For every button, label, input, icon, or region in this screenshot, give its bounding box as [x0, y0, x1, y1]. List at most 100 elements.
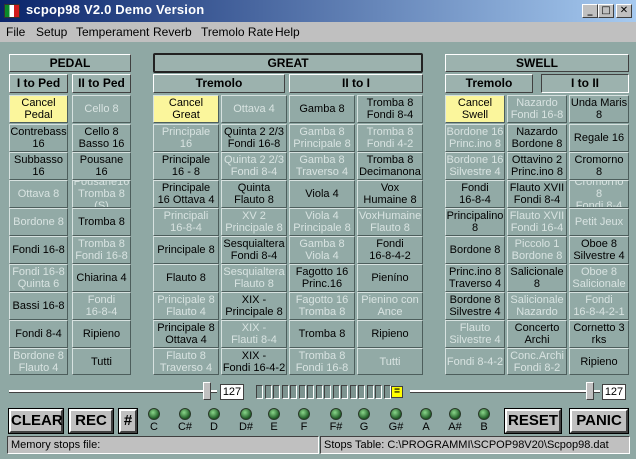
pedal-stop[interactable]: Fondi 16-8-4	[72, 292, 131, 320]
great-stop[interactable]: Quinta 2 2/3 Fondi 16-8	[221, 124, 287, 152]
great-stop[interactable]: Fagotto 16 Tromba 8	[289, 292, 355, 320]
swell-stop[interactable]: Flauto XVII Fondi 8-4	[507, 180, 567, 208]
great-stop[interactable]: XIX - Fondi 16-4-2	[221, 348, 287, 375]
great-stop[interactable]: Pienino con Ance	[357, 292, 423, 320]
pedal-stop[interactable]: Fondi 16-8 Quinta 6	[9, 264, 68, 292]
pedal-stop[interactable]: Cancel Pedal	[9, 95, 68, 123]
equal-indicator[interactable]: =	[391, 386, 403, 398]
close-button[interactable]: ✕	[616, 4, 632, 18]
swell-stop[interactable]: Salicionale Nazardo	[507, 292, 567, 320]
ii-to-i-coupler[interactable]: II to I	[289, 74, 423, 93]
great-stop[interactable]: Sesquialtera Fondi 8-4	[221, 236, 287, 264]
swell-stop[interactable]: Princ.ino 8 Traverso 4	[445, 264, 505, 292]
great-stop[interactable]: Gamba 8 Viola 4	[289, 236, 355, 264]
great-stop[interactable]: Principale 16	[153, 124, 219, 152]
great-stop[interactable]: Quinta 2 2/3 Fondi 8-4	[221, 152, 287, 180]
maximize-button[interactable]: □	[598, 4, 614, 18]
right-slider-track[interactable]	[410, 390, 600, 393]
great-stop[interactable]: Gamba 8 Principale 8	[289, 124, 355, 152]
swell-stop[interactable]: Concerto Archi	[507, 320, 567, 348]
great-stop[interactable]: Gamba 8 Traverso 4	[289, 152, 355, 180]
pedal-stop[interactable]: Cello 8 Basso 16	[72, 124, 131, 152]
swell-stop[interactable]: Flauto XVII Fondi 16-4	[507, 208, 567, 236]
great-tremolo-toggle[interactable]: Tremolo	[153, 74, 285, 93]
pedal-stop[interactable]: Cello 8	[72, 95, 131, 123]
right-slider-thumb[interactable]	[586, 382, 594, 400]
menu-file[interactable]: File	[6, 25, 25, 39]
hash-button[interactable]: #	[118, 408, 138, 434]
left-slider-thumb[interactable]	[203, 382, 211, 400]
left-slider-track[interactable]	[9, 390, 217, 393]
great-stop[interactable]: Cancel Great	[153, 95, 219, 123]
swell-stop[interactable]: Bordone 8 Silvestre 4	[445, 292, 505, 320]
reset-button[interactable]: RESET	[504, 408, 562, 434]
great-stop[interactable]: Gamba 8	[289, 95, 355, 123]
swell-stop[interactable]: Cancel Swell	[445, 95, 505, 123]
pedal-stop[interactable]: Subbasso 16	[9, 152, 68, 180]
great-stop[interactable]: XV 2 Principale 8	[221, 208, 287, 236]
swell-stop[interactable]: Salicionale 8	[507, 264, 567, 292]
great-stop[interactable]: Tutti	[357, 348, 423, 375]
great-stop[interactable]: XIX - Flauti 8-4	[221, 320, 287, 348]
minimize-button[interactable]: _	[582, 4, 598, 18]
great-stop[interactable]: Principali 16-8-4	[153, 208, 219, 236]
great-stop[interactable]: Principale 16 Ottava 4	[153, 180, 219, 208]
swell-stop[interactable]: Cromorno 8 Fondi 8-4	[569, 180, 629, 208]
pedal-stop[interactable]: Contrebass 16	[9, 124, 68, 152]
pedal-stop[interactable]: Bordone 8 Flauto 4	[9, 348, 68, 375]
swell-stop[interactable]: Oboe 8 Salicionale	[569, 264, 629, 292]
swell-stop[interactable]: Fondi 16-8-4	[445, 180, 505, 208]
great-stop[interactable]: Tromba 8 Fondi 8-4	[357, 95, 423, 123]
swell-stop[interactable]: Ottavino 2 Princ.ino 8	[507, 152, 567, 180]
menu-help[interactable]: Help	[275, 25, 300, 39]
swell-stop[interactable]: Bordone 8	[445, 236, 505, 264]
swell-stop[interactable]: Nazardo Fondi 16-8	[507, 95, 567, 123]
pedal-stop[interactable]: Pousane 16	[72, 152, 131, 180]
pedal-stop[interactable]: Chiarina 4	[72, 264, 131, 292]
great-stop[interactable]: Tromba 8 Fondi 16-8	[289, 348, 355, 375]
swell-stop[interactable]: Flauto Silvestre 4	[445, 320, 505, 348]
great-stop[interactable]: Ottava 4	[221, 95, 287, 123]
swell-tremolo-toggle[interactable]: Tremolo	[445, 74, 533, 93]
swell-stop[interactable]: Principalino 8	[445, 208, 505, 236]
menu-reverb[interactable]: Reverb	[153, 25, 192, 39]
menu-tremolo-rate[interactable]: Tremolo Rate	[201, 25, 273, 39]
great-stop[interactable]: Fagotto 16 Princ.16	[289, 264, 355, 292]
panic-button[interactable]: PANIC	[569, 408, 629, 434]
pedal-stop[interactable]: Ripieno	[72, 320, 131, 348]
swell-stop[interactable]: Ripieno	[569, 348, 629, 375]
swell-stop[interactable]: Fondi 16-8-4-2-1	[569, 292, 629, 320]
swell-stop[interactable]: Bordone 16 Princ.ino 8	[445, 124, 505, 152]
i-to-ped-coupler[interactable]: I to Ped	[9, 74, 68, 93]
great-stop[interactable]: Pieníno	[357, 264, 423, 292]
great-stop[interactable]: Quinta Flauto 8	[221, 180, 287, 208]
swell-stop[interactable]: Cornetto 3 rks	[569, 320, 629, 348]
great-stop[interactable]: Flauto 8 Traverso 4	[153, 348, 219, 375]
rec-button[interactable]: REC	[68, 408, 114, 434]
pedal-stop[interactable]: Tromba 8	[72, 208, 131, 236]
swell-stop[interactable]: Piccolo 1 Bordone 8	[507, 236, 567, 264]
pedal-stop[interactable]: Fondi 16-8	[9, 236, 68, 264]
great-stop[interactable]: Ripieno	[357, 320, 423, 348]
great-stop[interactable]: Tromba 8 Fondi 4-2	[357, 124, 423, 152]
pedal-stop[interactable]: Fondi 8-4	[9, 320, 68, 348]
swell-stop[interactable]: Conc.Archi Fondi 8-2	[507, 348, 567, 375]
menu-setup[interactable]: Setup	[36, 25, 67, 39]
swell-stop[interactable]: Bordone 16 Silvestre 4	[445, 152, 505, 180]
great-stop[interactable]: Principale 8	[153, 236, 219, 264]
great-stop[interactable]: Principale 16 - 8	[153, 152, 219, 180]
great-stop[interactable]: XIX - Principale 8	[221, 292, 287, 320]
great-stop[interactable]: Sesquialtera Flauto 8	[221, 264, 287, 292]
pedal-stop[interactable]: Bordone 8	[9, 208, 68, 236]
swell-stop[interactable]: Petit Jeux	[569, 208, 629, 236]
great-stop[interactable]: Vox Humaine 8	[357, 180, 423, 208]
pedal-stop[interactable]: Tutti	[72, 348, 131, 375]
swell-stop[interactable]: Nazardo Bordone 8	[507, 124, 567, 152]
great-stop[interactable]: Flauto 8	[153, 264, 219, 292]
great-stop[interactable]: Viola 4	[289, 180, 355, 208]
great-stop[interactable]: Tromba 8 Decimanona	[357, 152, 423, 180]
swell-stop[interactable]: Fondi 8-4-2	[445, 348, 505, 375]
pedal-stop[interactable]: Ottava 8	[9, 180, 68, 208]
i-to-ii-coupler[interactable]: I to II	[541, 74, 629, 93]
great-stop[interactable]: Viola 4 Principale 8	[289, 208, 355, 236]
